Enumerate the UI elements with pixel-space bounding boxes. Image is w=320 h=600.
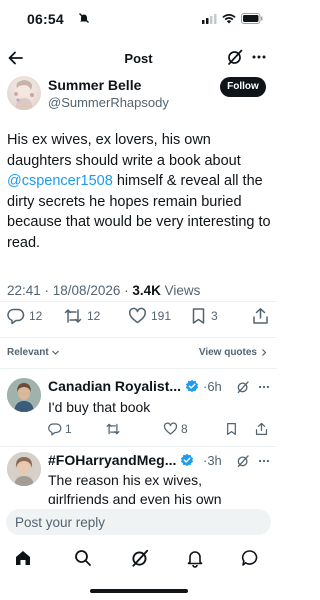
bottom-tab-bar [0, 540, 277, 576]
avatar[interactable] [7, 76, 41, 110]
signal-icon [202, 13, 217, 24]
reply-count: 1 [65, 422, 72, 436]
follow-button[interactable]: Follow [220, 77, 266, 97]
verified-icon [181, 453, 194, 467]
status-bar: 06:54 [0, 0, 277, 40]
like-button[interactable]: 191 [128, 307, 171, 325]
reply-button[interactable]: 12 [7, 307, 42, 325]
view-quotes-label: View quotes [198, 347, 257, 358]
sort-relevant-label: Relevant [7, 347, 49, 358]
reply-input[interactable] [6, 509, 271, 535]
sort-bar: Relevant View quotes [0, 345, 277, 361]
post-meta: 22:41 · 18/08/2026 · 3.4K Views [7, 283, 200, 298]
messages-icon[interactable] [240, 548, 260, 568]
avatar-photo-icon [7, 452, 41, 486]
reply-text: I'd buy that book [48, 399, 151, 415]
repost-button[interactable] [105, 422, 121, 436]
share-icon [253, 308, 268, 324]
sort-relevant-dropdown[interactable]: Relevant [7, 347, 60, 358]
battery-icon [241, 13, 263, 24]
verified-icon [185, 379, 199, 393]
like-button[interactable]: 8 [163, 422, 188, 436]
divider [0, 446, 277, 447]
divider [0, 368, 277, 369]
grok-icon[interactable] [130, 548, 150, 568]
share-button[interactable] [255, 422, 268, 436]
reply-time: ·6h [203, 379, 222, 394]
reply-count: 12 [29, 309, 43, 323]
search-icon[interactable] [73, 548, 93, 568]
reply-author-name[interactable]: Canadian Royalist... [48, 378, 199, 394]
reply-author-name-text: #FOHarryandMeg... [48, 452, 177, 468]
more-icon[interactable] [257, 380, 271, 394]
post-timestamp: 22:41 · 18/08/2026 · [7, 283, 133, 298]
notifications-icon[interactable] [185, 548, 205, 568]
reply-item[interactable]: Canadian Royalist... ·6h I'd buy that bo… [0, 374, 277, 444]
action-bar: 12 12 191 3 [0, 307, 277, 333]
bookmark-count: 3 [211, 309, 218, 323]
bookmark-icon [192, 308, 205, 324]
avatar[interactable] [7, 378, 41, 412]
mention-link[interactable]: @cspencer1508 [7, 173, 113, 189]
views-label: Views [160, 283, 201, 298]
like-icon [129, 307, 146, 324]
avatar[interactable] [7, 452, 41, 486]
divider [0, 337, 277, 338]
more-icon[interactable] [250, 48, 268, 66]
reply-author-name[interactable]: #FOHarryandMeg... [48, 452, 194, 468]
repost-icon [64, 309, 82, 323]
bell-muted-icon [79, 13, 89, 23]
author-handle[interactable]: @SummerRhapsody [48, 95, 169, 110]
grok-icon[interactable] [236, 454, 250, 468]
bookmark-icon [227, 423, 236, 435]
avatar-illustration-icon [14, 80, 34, 110]
home-indicator [90, 589, 188, 593]
share-icon [255, 422, 268, 435]
chevron-down-icon [51, 350, 59, 355]
reply-text: The reason his ex wives, girlfriends and… [48, 472, 222, 504]
like-icon [163, 422, 178, 435]
wifi-icon [222, 13, 236, 23]
repost-button[interactable]: 12 [63, 307, 100, 325]
more-icon[interactable] [257, 454, 271, 468]
reply-action-bar: 1 8 [48, 422, 270, 438]
reply-time: ·3h [203, 453, 222, 468]
view-quotes-link[interactable]: View quotes [199, 347, 268, 358]
status-icons [202, 13, 263, 24]
grok-icon[interactable] [236, 380, 250, 394]
repost-count: 12 [87, 309, 101, 323]
reply-button[interactable]: 1 [48, 422, 72, 436]
status-time: 06:54 [27, 11, 64, 27]
views-count: 3.4K [132, 283, 161, 298]
like-count: 191 [151, 309, 172, 323]
avatar-photo-icon [7, 378, 41, 412]
share-button[interactable] [252, 307, 269, 325]
author-name[interactable]: Summer Belle [48, 77, 141, 93]
reply-icon [7, 308, 25, 325]
divider [0, 301, 277, 302]
bookmark-button[interactable] [225, 422, 238, 436]
header: Post [0, 44, 277, 72]
bookmark-button[interactable]: 3 [190, 307, 218, 325]
post-author: Summer Belle @SummerRhapsody Follow [0, 74, 277, 118]
chevron-right-icon [262, 349, 267, 356]
like-count: 8 [181, 422, 188, 436]
reply-author-name-text: Canadian Royalist... [48, 378, 182, 394]
reply-composer [6, 509, 271, 535]
repost-icon [106, 423, 120, 435]
home-icon[interactable] [13, 548, 33, 568]
reply-item[interactable]: #FOHarryandMeg... ·3h The reason his ex … [0, 450, 277, 504]
post-text-part-1: His ex wives, ex lovers, his own daughte… [7, 132, 241, 169]
post-text: His ex wives, ex lovers, his own daughte… [7, 130, 271, 253]
reply-icon [48, 423, 62, 436]
grok-icon[interactable] [226, 48, 244, 66]
